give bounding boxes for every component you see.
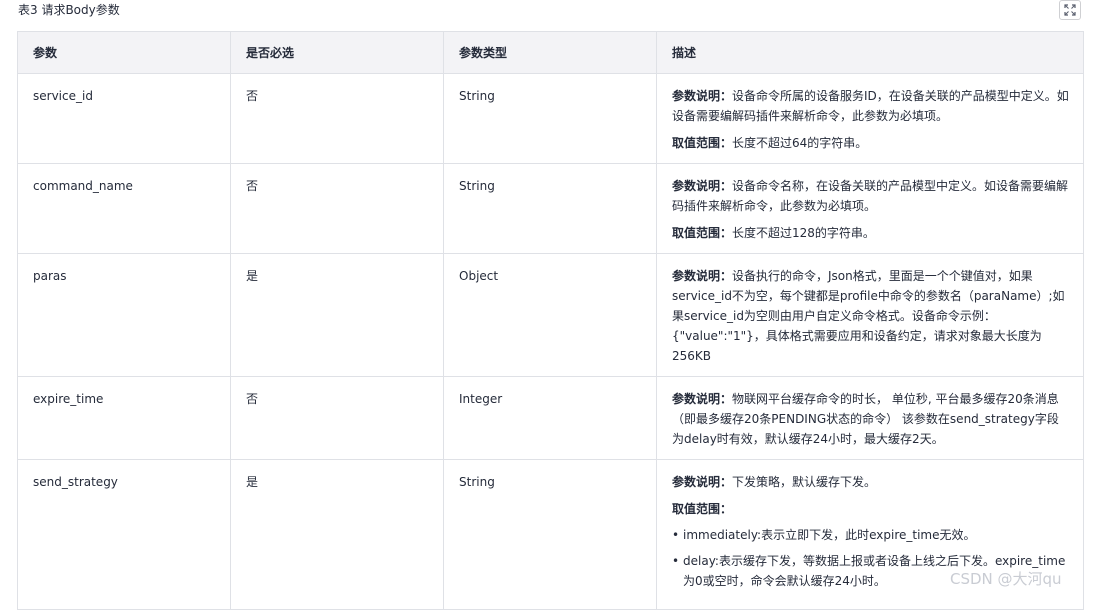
range-label: 取值范围： [672, 136, 733, 150]
param-name-cell: send_strategy [17, 459, 231, 610]
range-label: 取值范围： [672, 226, 733, 240]
required-cell: 否 [230, 73, 444, 164]
column-header-type: 参数类型 [443, 31, 657, 74]
desc-label: 参数说明： [672, 475, 733, 489]
desc-label: 参数说明： [672, 392, 733, 406]
expand-icon [1064, 4, 1076, 16]
description-cell: 参数说明：设备执行的命令，Json格式，里面是一个个键值对，如果service_… [656, 253, 1084, 377]
table-caption: 表3 请求Body参数 [18, 3, 120, 17]
param-name-cell: paras [17, 253, 231, 377]
desc-text: 下发策略，默认缓存下发。 [732, 475, 877, 489]
description-cell: 参数说明：设备命令所属的设备服务ID，在设备关联的产品模型中定义。如设备需要编解… [656, 73, 1084, 164]
type-cell: Object [443, 253, 657, 377]
range-text: 长度不超过64的字符串。 [732, 136, 868, 150]
table-header-row: 参数 是否必选 参数类型 描述 [17, 31, 1084, 74]
range-text: 长度不超过128的字符串。 [732, 226, 875, 240]
table-row: service_id 否 String 参数说明：设备命令所属的设备服务ID，在… [17, 73, 1084, 164]
type-cell: String [443, 73, 657, 164]
request-body-params-table: 参数 是否必选 参数类型 描述 service_id 否 String 参数说明… [17, 31, 1084, 610]
param-name-cell: expire_time [17, 376, 231, 460]
list-item: immediately:表示立即下发，此时expire_time无效。 [672, 525, 1069, 545]
desc-text: 设备执行的命令，Json格式，里面是一个个键值对，如果service_id不为空… [672, 269, 1065, 363]
type-cell: String [443, 459, 657, 610]
column-header-description: 描述 [656, 31, 1084, 74]
table-row: expire_time 否 Integer 参数说明：物联网平台缓存命令的时长，… [17, 376, 1084, 460]
type-cell: Integer [443, 376, 657, 460]
required-cell: 否 [230, 163, 444, 254]
required-cell: 是 [230, 459, 444, 610]
expand-table-button[interactable] [1059, 0, 1081, 20]
param-name-cell: service_id [17, 73, 231, 164]
desc-text: 设备命令名称，在设备关联的产品模型中定义。如设备需要编解码插件来解析命令，此参数… [672, 179, 1069, 213]
type-cell: String [443, 163, 657, 254]
table-row: command_name 否 String 参数说明：设备命令名称，在设备关联的… [17, 163, 1084, 254]
desc-label: 参数说明： [672, 179, 733, 193]
description-cell: 参数说明：物联网平台缓存命令的时长， 单位秒, 平台最多缓存20条消息（即最多缓… [656, 376, 1084, 460]
table-row: send_strategy 是 String 参数说明：下发策略，默认缓存下发。… [17, 459, 1084, 610]
watermark: CSDN @大河qu [950, 570, 1062, 588]
param-name-cell: command_name [17, 163, 231, 254]
range-label: 取值范围： [672, 502, 733, 516]
desc-label: 参数说明： [672, 89, 733, 103]
column-header-required: 是否必选 [230, 31, 444, 74]
desc-text: 设备命令所属的设备服务ID，在设备关联的产品模型中定义。如设备需要编解码插件来解… [672, 89, 1069, 123]
desc-label: 参数说明： [672, 269, 733, 283]
required-cell: 是 [230, 253, 444, 377]
column-header-param: 参数 [17, 31, 231, 74]
required-cell: 否 [230, 376, 444, 460]
description-cell: 参数说明：设备命令名称，在设备关联的产品模型中定义。如设备需要编解码插件来解析命… [656, 163, 1084, 254]
table-row: paras 是 Object 参数说明：设备执行的命令，Json格式，里面是一个… [17, 253, 1084, 377]
